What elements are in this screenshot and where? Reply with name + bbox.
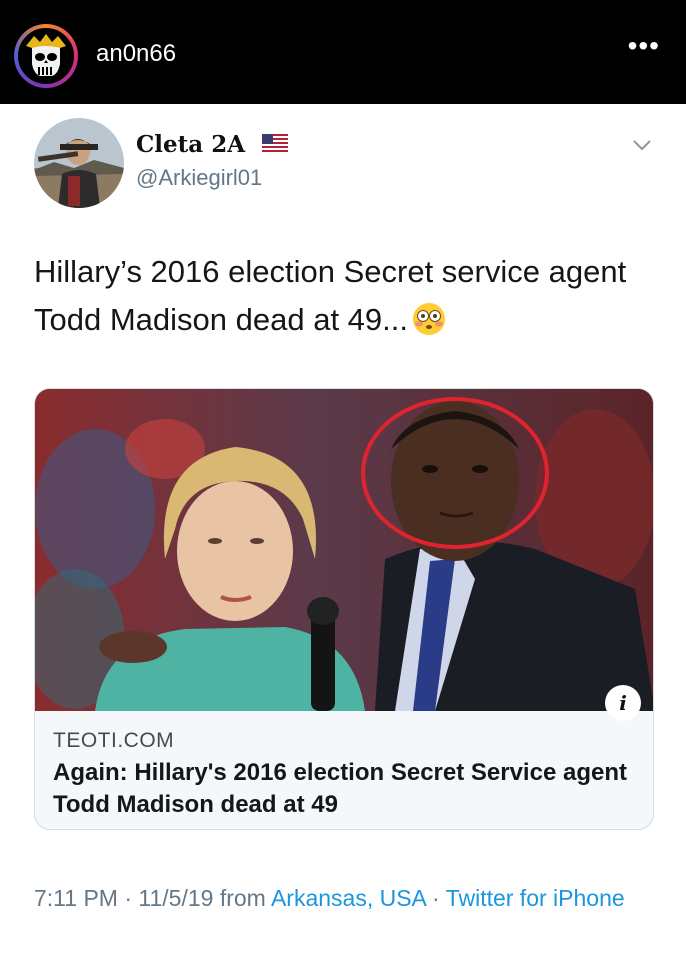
card-image[interactable] — [35, 389, 653, 711]
tweet-location-link[interactable]: Arkansas, USA — [271, 885, 426, 911]
card-photo — [35, 389, 653, 711]
tweet-text: Hillary’s 2016 election Secret service a… — [34, 248, 654, 344]
punisher-skull-icon — [20, 30, 72, 82]
avatar-photo — [34, 118, 124, 208]
story-ring[interactable] — [14, 24, 78, 88]
link-preview-card[interactable]: i TEOTI.COM Again: Hillary's 2016 electi… — [34, 388, 654, 830]
instagram-username[interactable]: an0n66 — [96, 40, 176, 68]
profile-avatar[interactable] — [18, 28, 74, 84]
from-label: from — [219, 885, 266, 911]
tweet-metadata: 7:11 PM · 11/5/19 from Arkansas, USA · T… — [34, 880, 654, 916]
info-icon[interactable]: i — [605, 685, 641, 721]
card-domain: TEOTI.COM — [53, 729, 175, 752]
separator: · — [124, 885, 133, 911]
more-options-icon[interactable]: ••• — [628, 32, 660, 60]
tweet-author-name[interactable]: Cleta 2A — [136, 131, 245, 158]
tweet-author-handle[interactable]: @Arkiegirl01 — [136, 165, 262, 191]
card-title: Again: Hillary's 2016 election Secret Se… — [53, 759, 627, 818]
flushed-face-emoji-icon — [412, 303, 445, 335]
tweet-author-avatar[interactable] — [34, 118, 124, 208]
tweet-date[interactable]: 11/5/19 — [138, 885, 213, 911]
tweet-time[interactable]: 7:11 PM — [34, 885, 118, 911]
tweet-source-link[interactable]: Twitter for iPhone — [446, 885, 625, 911]
tweet-text-content: Hillary’s 2016 election Secret service a… — [34, 254, 627, 337]
separator: · — [432, 885, 440, 911]
chevron-down-icon[interactable] — [632, 138, 652, 152]
instagram-post-header: an0n66 ••• — [0, 0, 686, 104]
us-flag-icon — [262, 134, 288, 152]
